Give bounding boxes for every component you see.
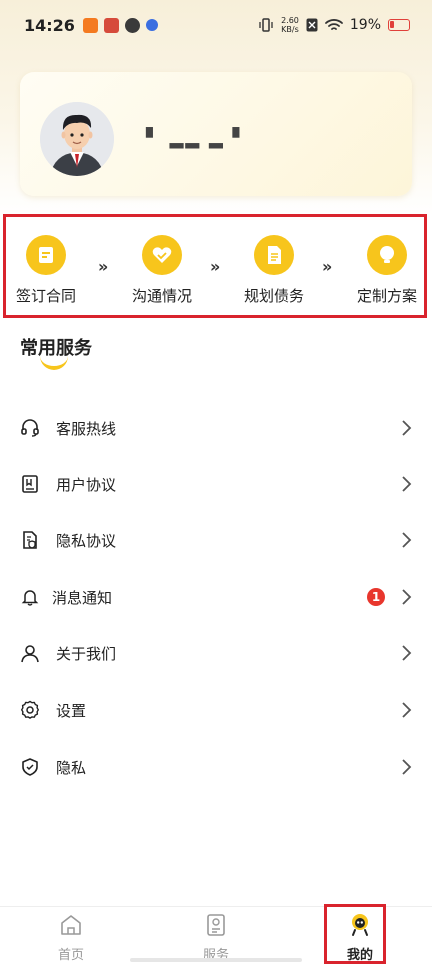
double-chevron-icon: » [210, 257, 221, 276]
bulb-icon [367, 235, 407, 275]
chevron-right-icon [402, 645, 412, 661]
agreement-icon [20, 474, 40, 494]
bell-icon [20, 587, 40, 607]
battery-icon [388, 19, 410, 31]
profile-card[interactable]: ▘ ▂▂ ▂ ▘ [20, 72, 412, 196]
paw-app-icon [145, 19, 158, 31]
step-label: 沟通情况 [131, 287, 192, 305]
username: ▘ ▂▂ ▂ ▘ [146, 128, 249, 149]
taobao-app-icon [82, 17, 98, 33]
menu-label: 设置 [56, 701, 87, 720]
active-tab-highlight [324, 904, 386, 964]
sim-off-icon [306, 18, 318, 32]
menu-item-notifications[interactable]: 消息通知 1 [0, 569, 432, 625]
wifi-icon [324, 19, 343, 30]
status-bar: 14:26 2.60 KB/s 19% [0, 0, 432, 50]
menu-item-settings[interactable]: 设置 [0, 682, 432, 738]
shield-icon [20, 757, 40, 777]
double-chevron-icon: » [322, 257, 333, 276]
menu-item-privacy-agreement[interactable]: 隐私协议 [0, 512, 432, 568]
avatar[interactable] [40, 102, 114, 176]
process-steps: 签订合同 » 沟通情况 » 规划债务 » 定制方案 [3, 214, 427, 318]
menu-label: 隐私 [56, 758, 87, 777]
menu-label: 用户协议 [56, 475, 117, 494]
step-plan-debt[interactable]: 规划债务 [234, 235, 314, 306]
chevron-right-icon [402, 532, 412, 548]
step-label: 规划债务 [243, 287, 304, 305]
service-icon [207, 914, 225, 936]
notification-badge: 1 [367, 588, 385, 606]
vibrate-icon [259, 18, 273, 32]
headset-icon [20, 418, 40, 438]
step-sign-contract[interactable]: 签订合同 [6, 235, 86, 306]
step-custom-plan[interactable]: 定制方案 [347, 235, 427, 306]
status-time: 14:26 [24, 15, 75, 35]
mail-app-icon [103, 17, 119, 33]
menu-label: 客服热线 [56, 419, 117, 438]
home-icon [61, 915, 81, 935]
privacy-doc-icon [20, 530, 40, 550]
step-communicate[interactable]: 沟通情况 [122, 235, 202, 306]
chevron-right-icon [402, 759, 412, 775]
step-label: 签订合同 [15, 287, 76, 305]
menu-item-hotline[interactable]: 客服热线 [0, 400, 432, 456]
nav-service[interactable]: 服务 [171, 907, 261, 964]
heart-icon [142, 235, 182, 275]
battery-percent: 19% [349, 17, 381, 33]
step-label: 定制方案 [356, 287, 417, 305]
chevron-right-icon [402, 589, 412, 605]
document-icon [254, 235, 294, 275]
net-speed: 2.60 KB/s [281, 16, 299, 34]
menu-label: 消息通知 [52, 588, 113, 607]
menu-item-user-agreement[interactable]: 用户协议 [0, 456, 432, 512]
contract-icon [26, 235, 66, 275]
link-app-icon [124, 17, 140, 33]
nav-home[interactable]: 首页 [26, 907, 116, 964]
menu-label: 隐私协议 [56, 531, 117, 550]
chevron-right-icon [402, 702, 412, 718]
menu-label: 关于我们 [56, 644, 117, 663]
gear-icon [20, 700, 40, 720]
menu-item-about-us[interactable]: 关于我们 [0, 625, 432, 681]
home-indicator[interactable] [130, 958, 302, 962]
chevron-right-icon [402, 476, 412, 492]
user-icon [20, 643, 40, 663]
menu-item-privacy[interactable]: 隐私 [0, 739, 432, 795]
status-app-icons [82, 17, 158, 33]
chevron-right-icon [402, 420, 412, 436]
double-chevron-icon: » [98, 257, 109, 276]
section-title-decoration [40, 354, 68, 370]
nav-label: 首页 [57, 948, 84, 963]
